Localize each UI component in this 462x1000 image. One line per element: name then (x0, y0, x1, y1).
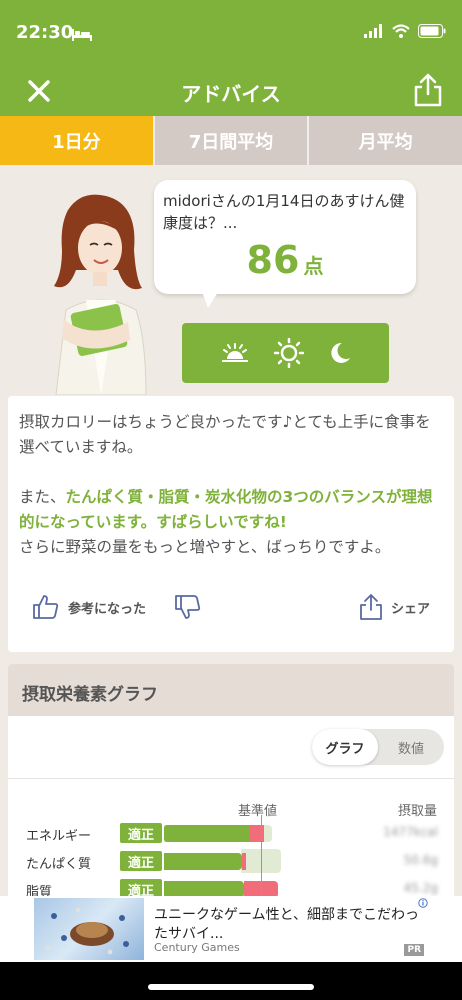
ad-title[interactable]: ユニークなゲーム性と、細部までこだわったサバイ... (154, 906, 424, 944)
score-unit: 点 (303, 254, 324, 278)
advice-line-2: また、たんぱく質・脂質・炭水化物の3つのバランスが理想的になっています。すばらし… (19, 485, 444, 535)
advice-line-1: 摂取カロリーはちょうど良かったです♪とても上手に食事を選べていますね。 (19, 413, 431, 456)
home-indicator[interactable] (148, 984, 314, 990)
nav-bar: アドバイス (0, 66, 462, 116)
meal-time-panel (182, 323, 389, 383)
score-question: midoriさんの1月14日のあすけん健康度は？... (163, 192, 405, 232)
ad-pr-badge: PR (404, 944, 424, 956)
feedback-row: 参考になった シェア (32, 592, 430, 622)
signal-icon (364, 24, 382, 38)
intake-header: 摂取量 (398, 804, 438, 819)
tab-7day-average[interactable]: 7日間平均 (154, 116, 310, 165)
score-bubble: midoriさんの1月14日のあすけん健康度は？... 86 点 (154, 180, 416, 294)
graph-title: 摂取栄養素グラフ (8, 664, 454, 716)
share-advice-button[interactable]: シェア (359, 593, 430, 621)
advice-highlight: たんぱく質・脂質・炭水化物の3つのバランスが理想的になっています。すばらしいです… (19, 488, 433, 531)
app-header: 22:30 アドバイス (0, 0, 462, 116)
helpful-button[interactable]: 参考になった (32, 594, 146, 620)
wifi-icon (392, 24, 410, 38)
health-score: 86 点 (154, 238, 416, 282)
status-time: 22:30 (16, 22, 74, 43)
page-title: アドバイス (181, 82, 281, 106)
values-toggle-button[interactable]: 数値 (378, 729, 444, 765)
graph-toggle-button[interactable]: グラフ (312, 729, 378, 765)
intake-value: 50.6g (403, 853, 438, 867)
reference-header: 基準値 (238, 804, 278, 819)
nutrient-row-energy[interactable]: エネルギー 適正 1477kcal (26, 823, 446, 845)
home-bar (0, 962, 462, 1000)
intake-bar (164, 853, 242, 870)
advisor-avatar (54, 194, 147, 395)
ad-thumbnail[interactable] (34, 898, 144, 960)
status-bar: 22:30 (0, 0, 462, 66)
status-badge: 適正 (120, 851, 162, 871)
graph-divider (8, 778, 454, 779)
thumbs-up-icon (33, 595, 59, 619)
nutrient-label: たんぱく質 (26, 857, 92, 872)
helpful-label: 参考になった (68, 601, 147, 617)
period-tabs: 1日分 7日間平均 月平均 (0, 116, 462, 165)
nutrient-label: エネルギー (26, 829, 92, 844)
intake-bar-over (242, 853, 246, 870)
intake-value: 45.2g (403, 881, 438, 895)
thumbs-down-icon[interactable] (174, 594, 202, 620)
reference-line (261, 815, 262, 905)
view-toggle: グラフ 数値 (312, 729, 444, 765)
tab-monthly-average[interactable]: 月平均 (309, 116, 462, 165)
share-icon (360, 594, 382, 620)
bubble-tail (200, 286, 222, 308)
status-badge: 適正 (120, 823, 162, 843)
score-value: 86 (246, 238, 300, 282)
advice-text: 摂取カロリーはちょうど良かったです♪とても上手に食事を選べていますね。 また、た… (19, 410, 444, 560)
advice-line-2-pre: また、 (19, 488, 66, 506)
sun-icon[interactable] (273, 338, 304, 368)
advice-line-3: さらに野菜の量をもっと増やすと、ばっちりですよ。 (19, 538, 391, 556)
nutrient-row-protein[interactable]: たんぱく質 適正 50.6g (26, 849, 446, 873)
advice-card: 摂取カロリーはちょうど良かったです♪とても上手に食事を選べていますね。 また、た… (8, 396, 454, 652)
ad-banner[interactable]: ユニークなゲーム性と、細部までこだわったサバイ... Century Games… (0, 896, 462, 962)
share-icon[interactable] (412, 72, 444, 108)
bed-icon (72, 29, 92, 41)
intake-value: 1477kcal (383, 825, 438, 839)
sunrise-icon[interactable] (220, 342, 250, 364)
tab-1day[interactable]: 1日分 (0, 116, 155, 165)
ad-info-icon[interactable] (418, 898, 428, 908)
ad-advertiser: Century Games (154, 941, 240, 954)
intake-bar (164, 825, 250, 842)
status-icons (364, 24, 446, 38)
share-label: シェア (390, 601, 430, 617)
moon-icon[interactable] (328, 341, 352, 365)
battery-icon (418, 24, 446, 38)
